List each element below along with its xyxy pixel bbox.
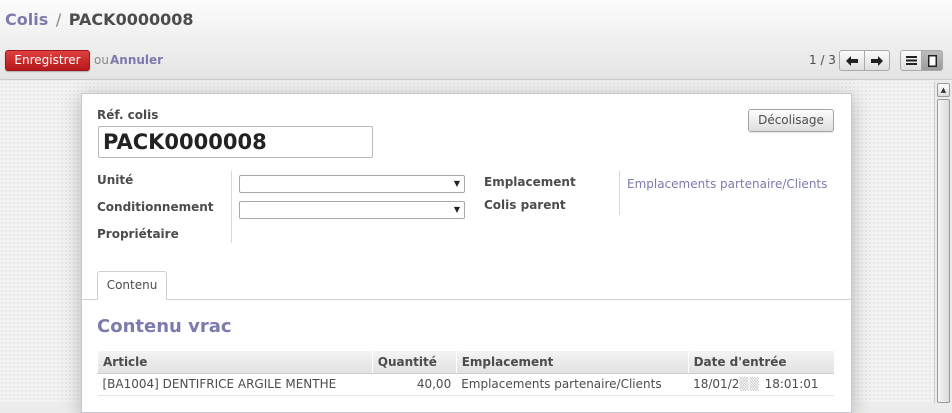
cell-quantity: 40,00 <box>372 373 457 396</box>
table-row[interactable]: [BA1004] DENTIFRICE ARGILE MENTHE 40,00 … <box>97 373 834 396</box>
field-divider <box>619 171 620 215</box>
section-title: Contenu vrac <box>97 316 232 337</box>
cell-article: [BA1004] DENTIFRICE ARGILE MENTHE <box>97 373 373 396</box>
cell-date-time: 18:01:01 <box>764 377 819 391</box>
scroll-up-icon[interactable]: ▲ <box>937 83 950 97</box>
form-icon <box>927 54 937 67</box>
ref-label: Réf. colis <box>97 108 159 122</box>
table-header-row: Article Quantité Emplacement Date d'entr… <box>97 351 834 374</box>
column-header-date[interactable]: Date d'entrée <box>687 351 834 374</box>
or-text: ou <box>94 53 109 67</box>
breadcrumb-separator: / <box>55 10 62 29</box>
list-view-button[interactable] <box>900 50 922 71</box>
pager-next-button[interactable] <box>864 50 890 71</box>
ref-input[interactable] <box>98 126 373 158</box>
list-icon <box>905 56 917 65</box>
redacted-text: ▒▒ <box>739 377 765 391</box>
arrow-right-icon <box>871 55 883 66</box>
vertical-scrollbar[interactable]: ▲ <box>934 81 952 403</box>
column-header-quantity[interactable]: Quantité <box>371 351 457 374</box>
pager-previous-button[interactable] <box>839 50 865 71</box>
pager-value: 1 / 3 <box>809 53 836 67</box>
packaging-select[interactable]: ▼ <box>239 201 465 219</box>
cancel-link[interactable]: Annuler <box>110 53 163 67</box>
caret-down-icon: ▼ <box>453 205 460 214</box>
column-header-location[interactable]: Emplacement <box>455 351 689 374</box>
scroll-thumb[interactable] <box>937 99 950 403</box>
save-button[interactable]: Enregistrer <box>5 50 90 71</box>
unpack-button[interactable]: Décolisage <box>748 109 834 132</box>
column-header-article[interactable]: Article <box>97 351 373 374</box>
cell-location: Emplacements partenaire/Clients <box>456 373 689 396</box>
tab-bar <box>82 299 851 300</box>
owner-label: Propriétaire <box>97 227 179 241</box>
content-table: Article Quantité Emplacement Date d'entr… <box>97 351 834 396</box>
breadcrumb-current: PACK0000008 <box>68 10 194 29</box>
cell-date: 18/01/2▒▒ 18:01:01 <box>688 373 834 396</box>
tab-contenu[interactable]: Contenu <box>97 271 167 300</box>
arrow-left-icon <box>846 55 858 66</box>
unit-select[interactable]: ▼ <box>239 175 465 193</box>
caret-down-icon: ▼ <box>453 179 460 188</box>
form-view-button[interactable] <box>921 50 943 71</box>
unit-label: Unité <box>97 173 134 187</box>
location-link[interactable]: Emplacements partenaire/Clients <box>627 177 827 191</box>
parent-package-label: Colis parent <box>484 198 566 212</box>
packaging-label: Conditionnement <box>97 200 214 214</box>
control-panel: Colis / PACK0000008 Enregistrer ou Annul… <box>0 0 952 80</box>
location-label: Emplacement <box>484 175 576 189</box>
form-sheet: Réf. colis Décolisage Unité Conditionnem… <box>81 93 852 413</box>
breadcrumb: Colis / PACK0000008 <box>5 10 194 29</box>
field-divider <box>231 171 232 243</box>
breadcrumb-parent-link[interactable]: Colis <box>5 10 48 29</box>
cell-date-day: 18/01/2 <box>693 377 740 391</box>
